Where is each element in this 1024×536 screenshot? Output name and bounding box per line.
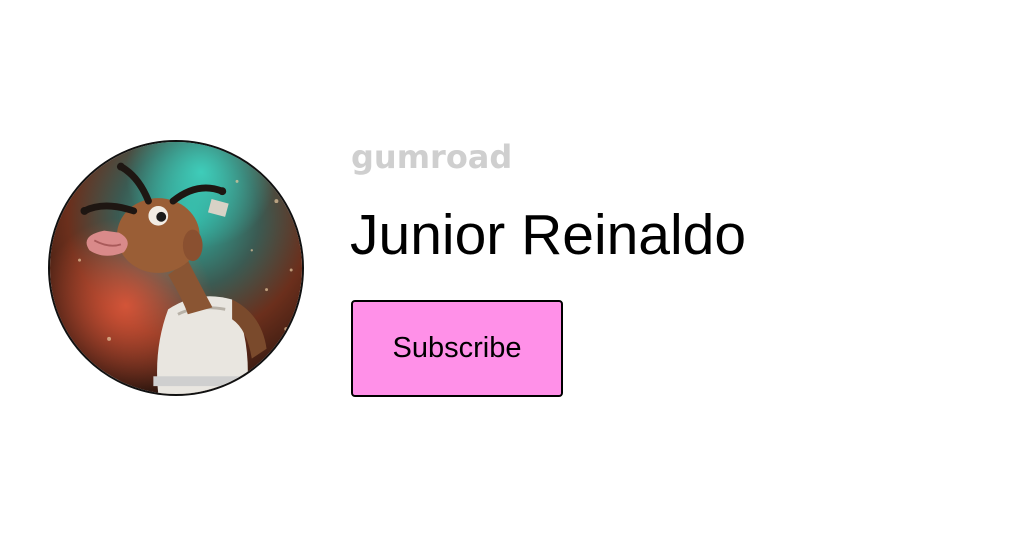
- creator-card: GUMROAD Junior Reinaldo Subscribe: [0, 0, 1024, 536]
- avatar-illustration: [50, 142, 302, 394]
- subscribe-button[interactable]: Subscribe: [351, 300, 563, 397]
- creator-name: Junior Reinaldo: [350, 203, 747, 267]
- gumroad-logo: GUMROAD: [351, 138, 513, 176]
- avatar: [48, 140, 304, 396]
